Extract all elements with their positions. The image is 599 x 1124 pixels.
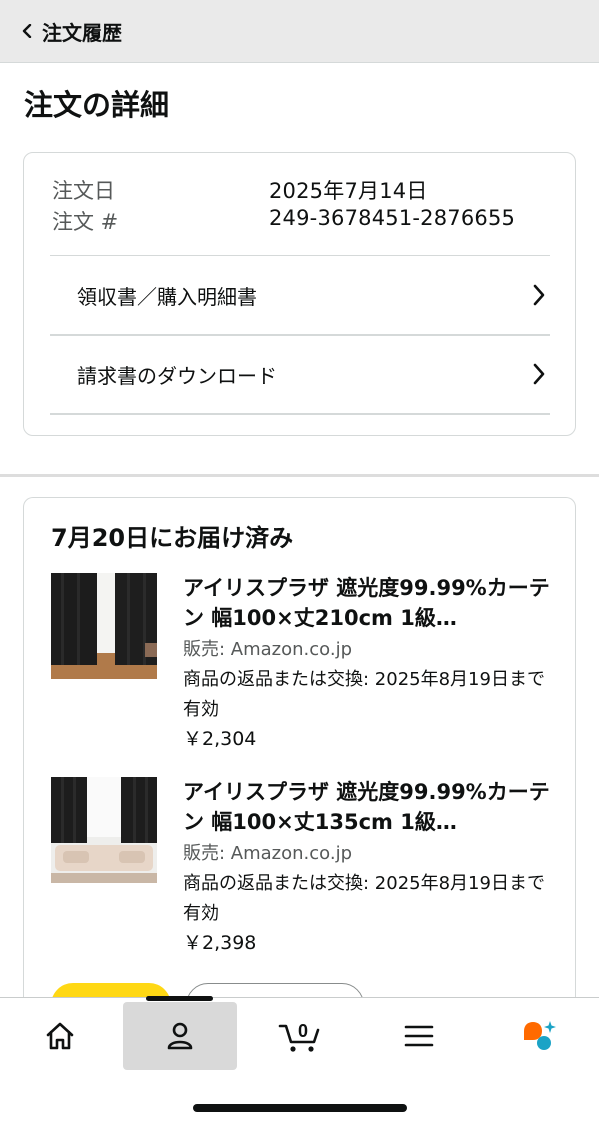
page-title: 注文の詳細	[24, 88, 170, 122]
invoice-download-link[interactable]: 請求書のダウンロード	[50, 335, 550, 413]
item-price: ￥2,398	[183, 932, 257, 954]
product-thumbnail[interactable]	[51, 777, 157, 883]
nav-account[interactable]	[123, 1002, 237, 1070]
bottom-nav: 0	[0, 996, 599, 1124]
item-info: アイリスプラザ 遮光度99.99%カーテン 幅100×丈135cm 1級… 販売…	[183, 777, 558, 957]
chevron-left-icon	[22, 24, 32, 38]
receipt-link-label: 領収書／購入明細書	[77, 284, 257, 309]
item-price: ￥2,304	[183, 728, 257, 750]
home-indicator	[193, 1104, 407, 1112]
item-return-policy: 商品の返品または交換: 2025年8月19日まで有効	[183, 669, 545, 720]
order-date-label: 注文日	[52, 179, 115, 203]
rufus-icon	[524, 1021, 556, 1050]
divider	[50, 413, 550, 415]
nav-cart[interactable]: 0	[243, 1002, 357, 1070]
section-separator	[0, 474, 599, 477]
product-thumbnail[interactable]	[51, 573, 157, 679]
chevron-right-icon	[533, 363, 545, 385]
home-icon	[46, 1022, 74, 1050]
back-button[interactable]	[18, 22, 36, 40]
back-label[interactable]: 注文履歴	[42, 17, 122, 46]
top-bar: 注文履歴	[0, 0, 599, 63]
delivery-status: 7月20日にお届け済み	[51, 524, 294, 552]
item-title[interactable]: アイリスプラザ 遮光度99.99%カーテン 幅100×丈210cm 1級…	[183, 573, 558, 633]
curtain-image	[51, 777, 157, 883]
item-seller: 販売: Amazon.co.jp	[183, 843, 352, 864]
cart-icon: 0	[278, 1021, 320, 1052]
shipment-card: 7月20日にお届け済み アイリスプラザ 遮光度99.99%カーテン 幅100×丈…	[23, 497, 576, 1057]
curtain-image	[51, 573, 157, 679]
item-title[interactable]: アイリスプラザ 遮光度99.99%カーテン 幅100×丈135cm 1級…	[183, 777, 558, 837]
menu-icon	[404, 1025, 434, 1047]
nav-rufus[interactable]	[482, 1002, 596, 1070]
cart-count: 0	[298, 1021, 308, 1041]
nav-menu[interactable]	[362, 1002, 476, 1070]
order-number-value: 249-3678451-2876655	[269, 206, 516, 230]
active-tab-indicator	[146, 996, 213, 1001]
order-date-value: 2025年7月14日	[269, 179, 428, 203]
order-summary-card: 注文日 2025年7月14日 注文 # 249-3678451-2876655 …	[23, 152, 576, 436]
item-seller: 販売: Amazon.co.jp	[183, 639, 352, 660]
nav-home[interactable]	[3, 1002, 117, 1070]
item-return-policy: 商品の返品または交換: 2025年8月19日まで有効	[183, 873, 545, 924]
invoice-download-label: 請求書のダウンロード	[77, 363, 277, 388]
item-info: アイリスプラザ 遮光度99.99%カーテン 幅100×丈210cm 1級… 販売…	[183, 573, 558, 753]
chevron-right-icon	[533, 284, 545, 306]
order-number-label: 注文 #	[52, 210, 119, 234]
account-icon	[167, 1022, 193, 1050]
receipt-link[interactable]: 領収書／購入明細書	[50, 256, 550, 334]
